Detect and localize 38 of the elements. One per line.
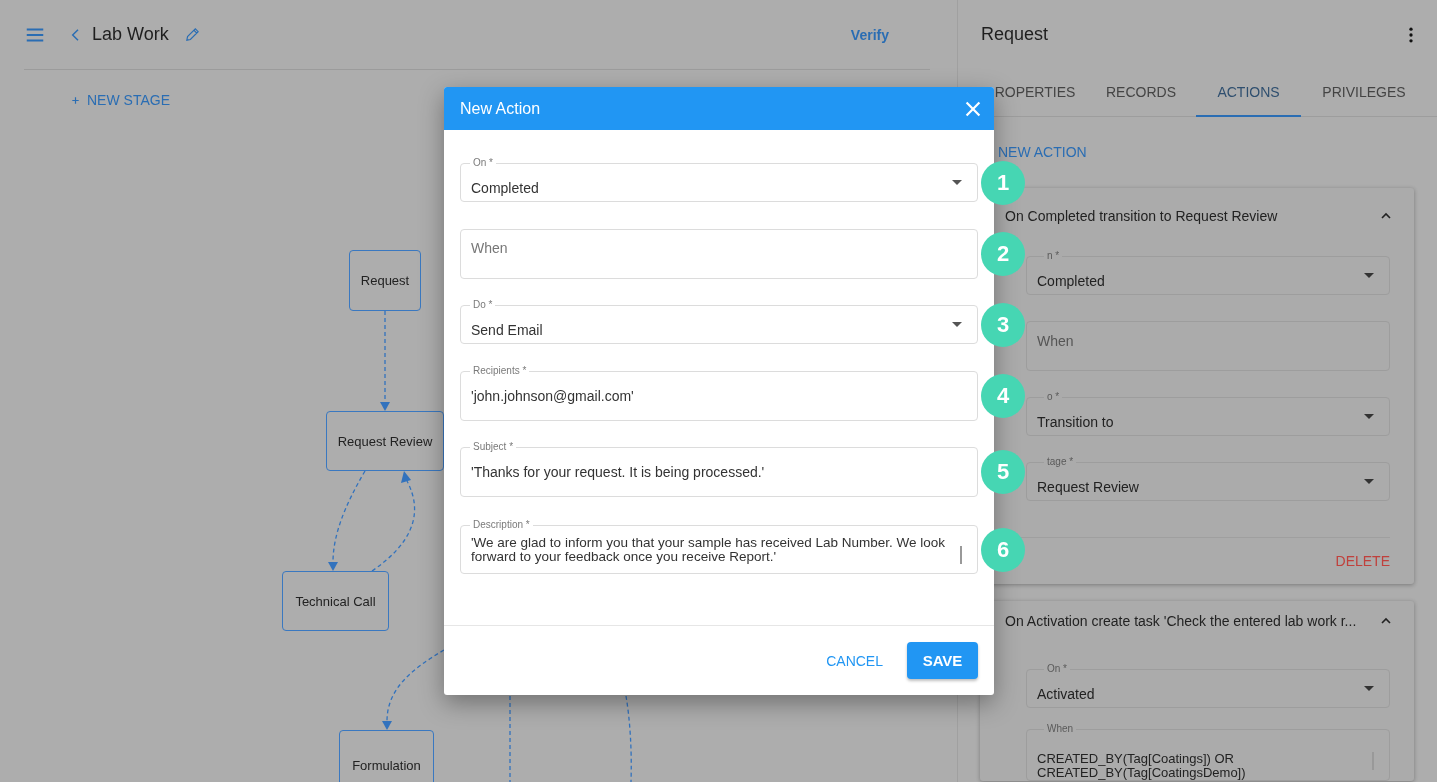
field-label: n * — [1044, 250, 1063, 262]
stage-node[interactable]: Technical Call — [282, 571, 389, 631]
tab[interactable]: RECORDS — [1086, 69, 1196, 117]
step-marker: 4 — [981, 374, 1025, 418]
tab[interactable]: PRIVILEGES — [1301, 69, 1427, 117]
plus-icon — [70, 94, 81, 106]
tab[interactable]: ACTIONS — [1196, 69, 1301, 117]
action-title[interactable]: On Activation create task 'Check the entered lab work r... — [1005, 613, 1357, 629]
field-label: Recipients * — [470, 365, 530, 377]
input-field[interactable]: When — [1026, 321, 1390, 371]
field-label: tage * — [1044, 456, 1077, 468]
field-label: When — [1044, 723, 1077, 735]
caret-icon — [1364, 414, 1374, 419]
caret-icon — [952, 322, 962, 327]
caret-icon — [1364, 479, 1374, 484]
field-label: Subject * — [470, 441, 517, 453]
step-marker: 5 — [981, 450, 1025, 494]
stage-node[interactable]: Request Review — [326, 411, 444, 471]
field-label: On * — [470, 157, 496, 169]
field-label: On * — [1044, 663, 1070, 675]
caret-icon — [1364, 273, 1374, 278]
step-marker: 1 — [981, 160, 1025, 205]
action-title[interactable]: On Completed transition to Request Review — [1005, 208, 1278, 224]
step-marker: 6 — [981, 527, 1025, 572]
dialog-title: New Action — [460, 99, 541, 118]
step-marker: 3 — [981, 302, 1025, 347]
field-label: o * — [1044, 391, 1063, 403]
panel-title: Request — [981, 24, 1049, 45]
field-label: Description * — [470, 519, 533, 531]
stage-node[interactable]: Formulation — [339, 730, 434, 782]
caret-icon — [1364, 686, 1374, 691]
page-title: Lab Work — [92, 24, 169, 45]
stage-node[interactable]: Request — [349, 250, 421, 311]
tab[interactable]: ROPERTIES — [984, 69, 1086, 117]
pencil-icon[interactable] — [183, 26, 201, 43]
field-label: Do * — [470, 299, 496, 311]
step-marker: 2 — [981, 232, 1025, 276]
caret-icon — [952, 180, 962, 185]
